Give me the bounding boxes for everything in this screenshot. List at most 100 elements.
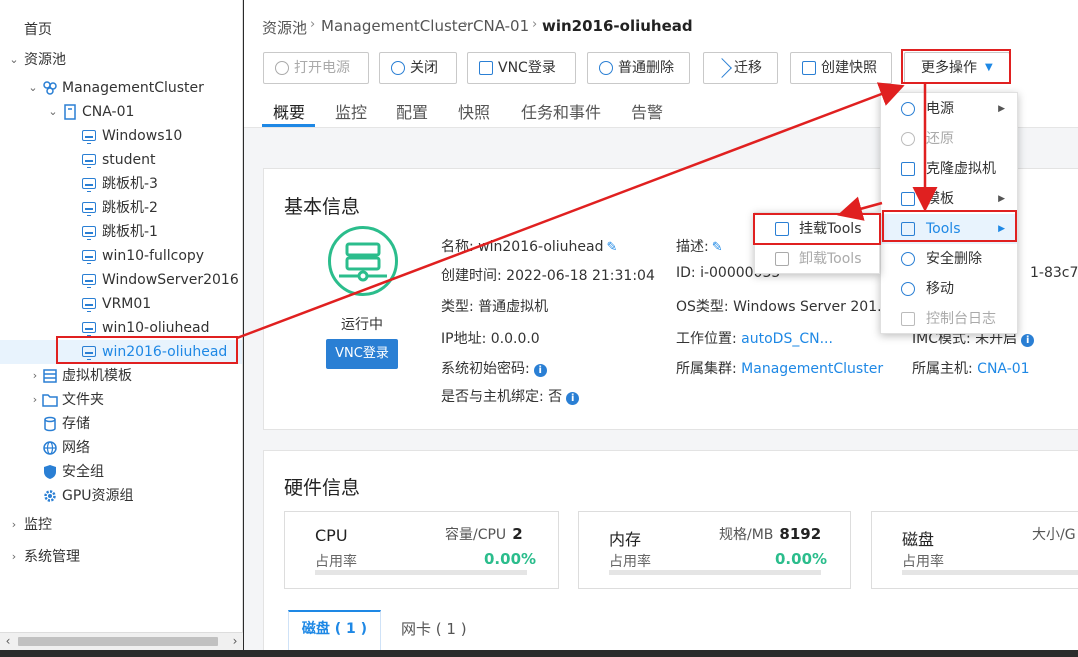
host-link[interactable]: CNA-01 [977,361,1029,377]
more-actions-menu: 电源 ▶ 还原 克隆虚拟机 模板 ▶ Tools ▶ 安全删除 移动 控制台日志 [880,92,1018,334]
menu-item-template[interactable]: 模板 ▶ [881,184,1017,214]
tree-item-vm[interactable]: win10-oliuhead [0,316,242,340]
create-snapshot-button[interactable]: 创建快照 [790,52,892,84]
menu-item-restore[interactable]: 还原 [881,124,1017,154]
chevron-right-icon[interactable]: › [29,388,41,412]
vm-icon [82,130,96,144]
tree-item-vm[interactable]: 跳板机-1 [0,220,242,244]
cluster-link[interactable]: ManagementCluster [741,361,883,377]
menu-item-power[interactable]: 电源 ▶ [881,94,1017,124]
breadcrumb-item[interactable]: 资源池 [262,17,307,38]
tree-item-gpu-group[interactable]: GPU资源组 [0,484,242,508]
move-icon [901,282,915,296]
host-label: 所属主机: [912,361,978,377]
menu-item-clone[interactable]: 克隆虚拟机 [881,154,1017,184]
tree-item-cluster[interactable]: ⌄ ManagementCluster [0,76,242,100]
tree-item-vm-selected[interactable]: win2016-oliuhead [0,340,242,364]
menu-item-label: 控制台日志 [926,311,996,327]
tree-item-label: Windows10 [102,128,183,144]
os-type: OS类型: Windows Server 201... [676,299,891,315]
tree-item-label: 跳板机-1 [102,224,158,240]
scroll-left-icon[interactable]: ‹ [0,633,16,651]
host-bind-label: 是否与主机绑定: 否 [441,389,563,405]
subtab-disks[interactable]: 磁盘 ( 1 ) [288,610,381,650]
vnc-login-quick-button[interactable]: VNC登录 [326,339,398,369]
tree-item-label: GPU资源组 [62,488,134,504]
power-on-button[interactable]: 打开电源 [263,52,369,84]
tree-item-vm[interactable]: VRM01 [0,292,242,316]
cluster-icon [42,80,58,96]
tab-config[interactable]: 配置 [396,99,428,123]
vm-type: 类型: 普通虚拟机 [441,299,549,315]
info-icon[interactable]: i [566,392,580,405]
tree-item-system[interactable]: › 系统管理 [0,545,242,569]
tree-item-resource-pool[interactable]: ⌄ 资源池 [0,48,242,72]
tab-tasks-events[interactable]: 任务和事件 [521,99,601,123]
work-location-link[interactable]: autoDS_CN... [741,331,833,347]
menu-item-mount-tools[interactable]: 挂载Tools [755,214,879,244]
delete-button[interactable]: 普通删除 [587,52,690,84]
chevron-down-icon[interactable]: ⌄ [8,48,20,72]
tree-item-home[interactable]: 首页 [0,18,242,42]
memory-label: 内存 [609,530,642,549]
chevron-right-icon[interactable]: › [29,364,41,388]
tree-item-security-group[interactable]: 安全组 [0,460,242,484]
chevron-right-icon[interactable]: › [8,545,20,569]
delete-icon [599,61,613,75]
template-icon [42,368,58,384]
page-title: win2016-oliuhead [542,17,693,35]
caret-right-icon: ▶ [998,224,1005,234]
tree-item-monitor[interactable]: › 监控 [0,513,242,537]
description-field: 描述: ✎ [676,236,723,256]
tab-monitor[interactable]: 监控 [335,99,367,123]
ip-address: IP地址: 0.0.0.0 [441,331,540,347]
chevron-down-icon[interactable]: ⌄ [47,100,59,124]
shutdown-button[interactable]: 关闭 [379,52,457,84]
chevron-right-icon[interactable]: › [8,513,20,537]
chevron-down-icon[interactable]: ⌄ [27,76,39,100]
menu-item-move[interactable]: 移动 [881,274,1017,304]
vm-name: 名称: win2016-oliuhead [441,239,604,255]
menu-item-console-log[interactable]: 控制台日志 [881,304,1017,334]
vnc-login-button[interactable]: VNC登录 [467,52,576,84]
tree-item-vm[interactable]: student [0,148,242,172]
button-label: 打开电源 [294,60,350,76]
tree-item-host[interactable]: ⌄ CNA-01 [0,100,242,124]
tree-item-storage[interactable]: 存储 [0,412,242,436]
subtab-nics[interactable]: 网卡 ( 1 ) [401,618,467,639]
tree-item-vm[interactable]: Windows10 [0,124,242,148]
power-icon [901,102,915,116]
breadcrumb-item[interactable]: ManagementCluster [321,17,473,35]
migrate-button[interactable]: 迁移 [703,52,778,84]
vm-icon [82,346,96,360]
breadcrumb-item[interactable]: CNA-01 [473,17,529,35]
sidebar-horizontal-scrollbar[interactable]: ‹ › [0,632,243,650]
play-icon [275,61,289,75]
tree-item-label: WindowServer2016 [102,272,239,288]
menu-item-unmount-tools[interactable]: 卸载Tools [755,244,879,274]
restore-icon [901,132,915,146]
edit-icon[interactable]: ✎ [607,240,618,255]
tab-overview[interactable]: 概要 [273,99,305,123]
usage-label: 占用率 [902,554,944,570]
tab-alarms[interactable]: 告警 [631,99,663,123]
more-actions-button[interactable]: 更多操作 ▼ [904,52,1010,84]
tree-item-vm[interactable]: WindowServer2016 [0,268,242,292]
menu-item-secure-delete[interactable]: 安全删除 [881,244,1017,274]
edit-icon[interactable]: ✎ [712,240,723,255]
scrollbar-thumb[interactable] [18,637,218,646]
tree-item-folder[interactable]: › 文件夹 [0,388,242,412]
info-icon[interactable]: i [533,364,547,377]
tree-item-vm[interactable]: win10-fullcopy [0,244,242,268]
info-icon[interactable]: i [1021,334,1035,347]
tree-item-vm[interactable]: 跳板机-3 [0,172,242,196]
tree-item-vm-templates[interactable]: › 虚拟机模板 [0,364,242,388]
button-label: 更多操作 [921,60,977,76]
tab-snapshot[interactable]: 快照 [458,99,490,123]
menu-item-tools[interactable]: Tools ▶ [881,214,1017,244]
tree-item-vm[interactable]: 跳板机-2 [0,196,242,220]
tree-item-network[interactable]: 网络 [0,436,242,460]
scroll-right-icon[interactable]: › [227,633,243,651]
section-title: 基本信息 [284,196,361,218]
host-icon [62,104,78,120]
